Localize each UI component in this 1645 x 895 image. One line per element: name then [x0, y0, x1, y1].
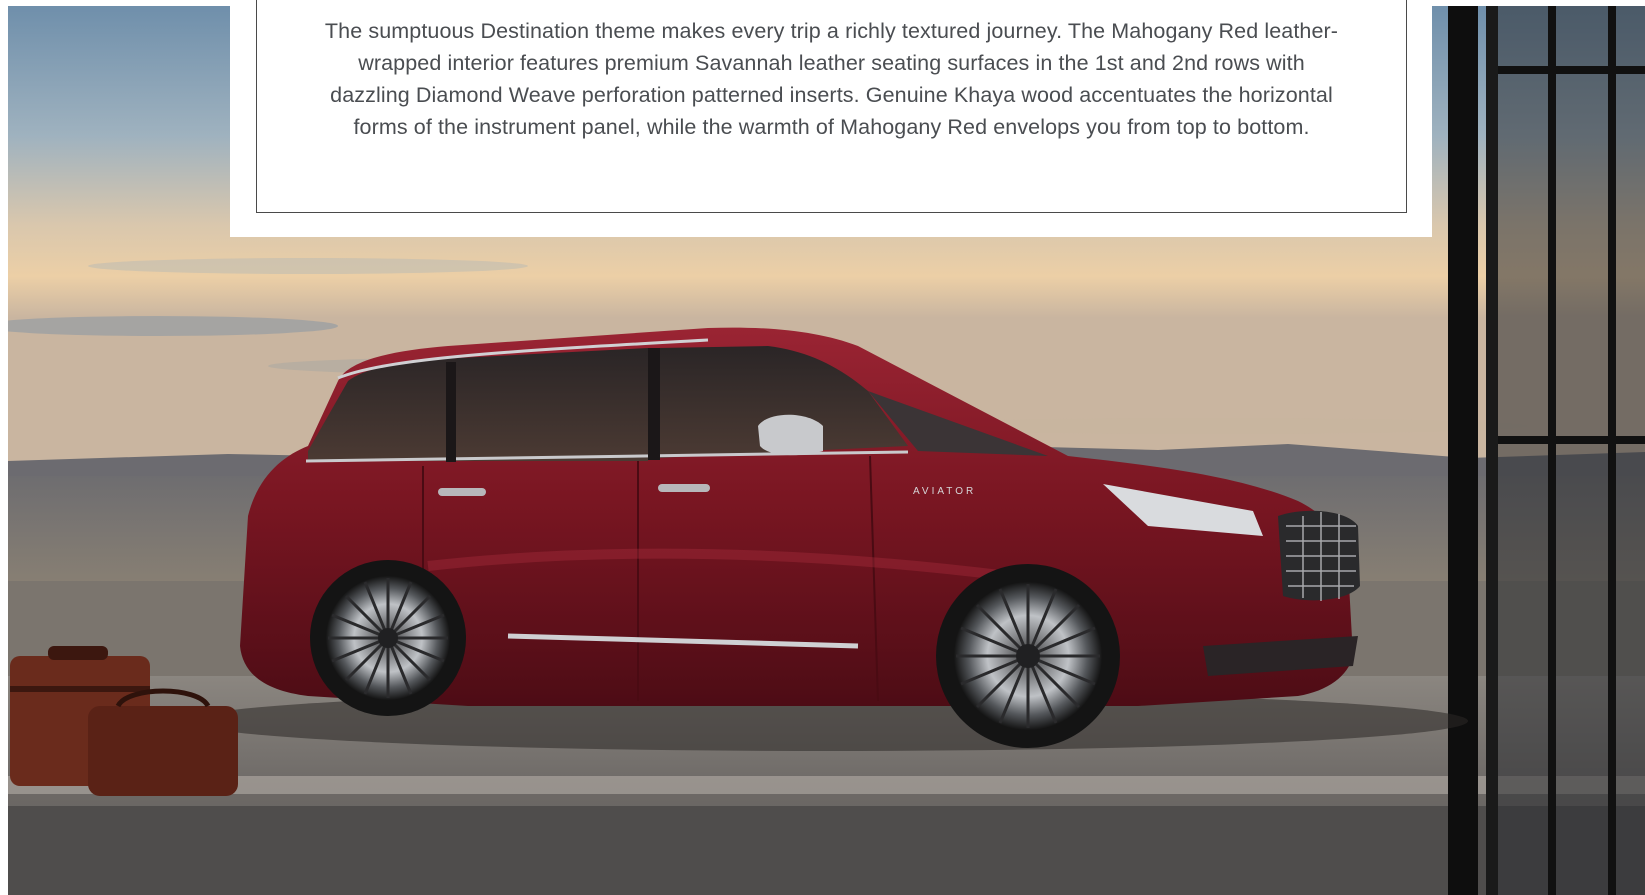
rear-wheel — [310, 560, 466, 716]
caption-text: The sumptuous Destination theme makes ev… — [324, 19, 1339, 139]
front-wheel — [936, 564, 1120, 748]
caption-panel: The sumptuous Destination theme makes ev… — [230, 0, 1432, 237]
vehicle-badge-text: AVIATOR — [913, 486, 976, 497]
caption-box: The sumptuous Destination theme makes ev… — [256, 0, 1407, 213]
page: AVIATOR The sumptuous Destination theme … — [0, 0, 1645, 895]
